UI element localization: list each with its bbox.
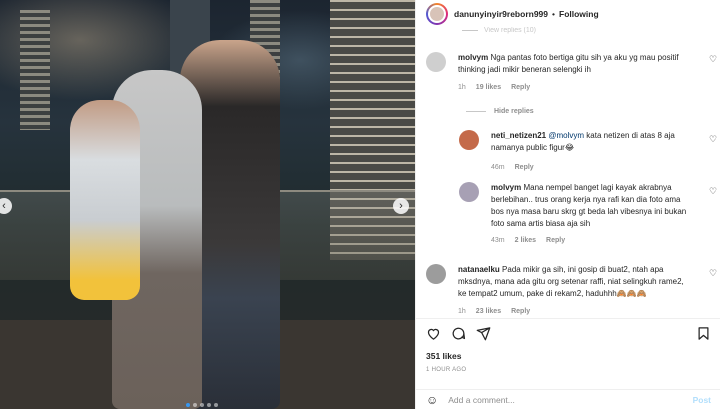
reply-button[interactable]: Reply	[511, 308, 530, 315]
like-comment-heart-icon[interactable]: ♡	[709, 186, 717, 197]
likes-count[interactable]: 351 likes	[426, 351, 461, 361]
header-username[interactable]: danunyinyir9reborn999	[454, 9, 548, 19]
commenter-avatar[interactable]	[426, 52, 446, 72]
comment-body: molvym Nga pantas foto bertiga gitu sih …	[458, 52, 693, 76]
avatar[interactable]	[426, 2, 448, 25]
carousel-dot	[186, 403, 190, 407]
post-button[interactable]: Post	[693, 395, 711, 405]
add-comment-bar: ☺ Add a comment... Post	[416, 389, 720, 409]
view-replies-link[interactable]: View replies (10)	[484, 27, 536, 34]
carousel-dot	[207, 403, 211, 407]
like-comment-heart-icon[interactable]: ♡	[709, 134, 717, 145]
comment-body: molvym Mana nempel banget lagi kayak akr…	[491, 182, 691, 230]
following-button[interactable]: Following	[559, 9, 599, 19]
comment-time: 1h	[458, 308, 466, 315]
reply-comment: neti_netizen21 @molvym kata netizen di a…	[459, 130, 720, 180]
reply-button[interactable]: Reply	[546, 237, 565, 244]
comment-meta: 43m 2 likes Reply	[491, 237, 565, 244]
post-time: 1 HOUR AGO	[426, 367, 467, 373]
comment-time: 1h	[458, 84, 466, 91]
comment-body: neti_netizen21 @molvym kata netizen di a…	[491, 130, 691, 154]
reply-comment: molvym Mana nempel banget lagi kayak akr…	[459, 182, 720, 262]
person-child	[70, 100, 140, 300]
post-panel: danunyinyir9reborn999 • Following View r…	[415, 0, 720, 409]
bookmark-icon[interactable]	[696, 326, 711, 341]
post-header: danunyinyir9reborn999 • Following	[416, 0, 720, 27]
comment-meta: 1h 19 likes Reply	[458, 84, 530, 91]
comment-icon[interactable]	[451, 326, 466, 341]
comment-text: Nga pantas foto bertiga gitu sih ya aku …	[458, 53, 679, 74]
reply-button[interactable]: Reply	[515, 164, 534, 171]
comment-input[interactable]: Add a comment...	[448, 395, 515, 405]
emoji-icon[interactable]: ☺	[426, 393, 438, 407]
carousel-indicator	[186, 403, 218, 407]
heart-icon[interactable]	[426, 326, 441, 341]
like-comment-heart-icon[interactable]: ♡	[709, 268, 717, 279]
commenter-avatar[interactable]	[459, 182, 479, 202]
comment-likes[interactable]: 23 likes	[476, 308, 501, 315]
post-photo[interactable]: ‹ ›	[0, 0, 415, 409]
comment-body: natanaelku Pada mikir ga sih, ini gosip …	[458, 264, 693, 300]
comment-text: Mana nempel banget lagi kayak akrabnya b…	[491, 183, 687, 228]
comment-likes[interactable]: 2 likes	[515, 237, 536, 244]
header-separator: •	[552, 8, 555, 19]
post-actions	[416, 318, 720, 348]
background-building	[20, 10, 50, 130]
carousel-dot	[193, 403, 197, 407]
comment-time: 43m	[491, 237, 505, 244]
carousel-next-button[interactable]: ›	[393, 198, 409, 214]
reply-button[interactable]: Reply	[511, 84, 530, 91]
comment-time: 46m	[491, 164, 505, 171]
commenter-avatar[interactable]	[459, 130, 479, 150]
comment-username[interactable]: molvym	[491, 183, 521, 192]
avatar-image	[428, 4, 446, 23]
comment-username[interactable]: molvym	[458, 53, 488, 62]
comment-meta: 1h 23 likes Reply	[458, 308, 530, 315]
comment-username[interactable]: neti_netizen21	[491, 131, 546, 140]
carousel-dot	[214, 403, 218, 407]
carousel-dot	[200, 403, 204, 407]
comments-list[interactable]: View replies (10) molvym Nga pantas foto…	[416, 27, 720, 317]
comment-username[interactable]: natanaelku	[458, 265, 500, 274]
share-icon[interactable]	[476, 326, 491, 341]
comment-meta: 46m Reply	[491, 164, 534, 171]
like-comment-heart-icon[interactable]: ♡	[709, 54, 717, 65]
comment: natanaelku Pada mikir ga sih, ini gosip …	[426, 264, 720, 317]
hide-replies-link[interactable]: Hide replies	[466, 108, 534, 115]
commenter-avatar[interactable]	[426, 264, 446, 284]
comment-likes[interactable]: 19 likes	[476, 84, 501, 91]
mention-link[interactable]: @molvym	[548, 131, 584, 140]
